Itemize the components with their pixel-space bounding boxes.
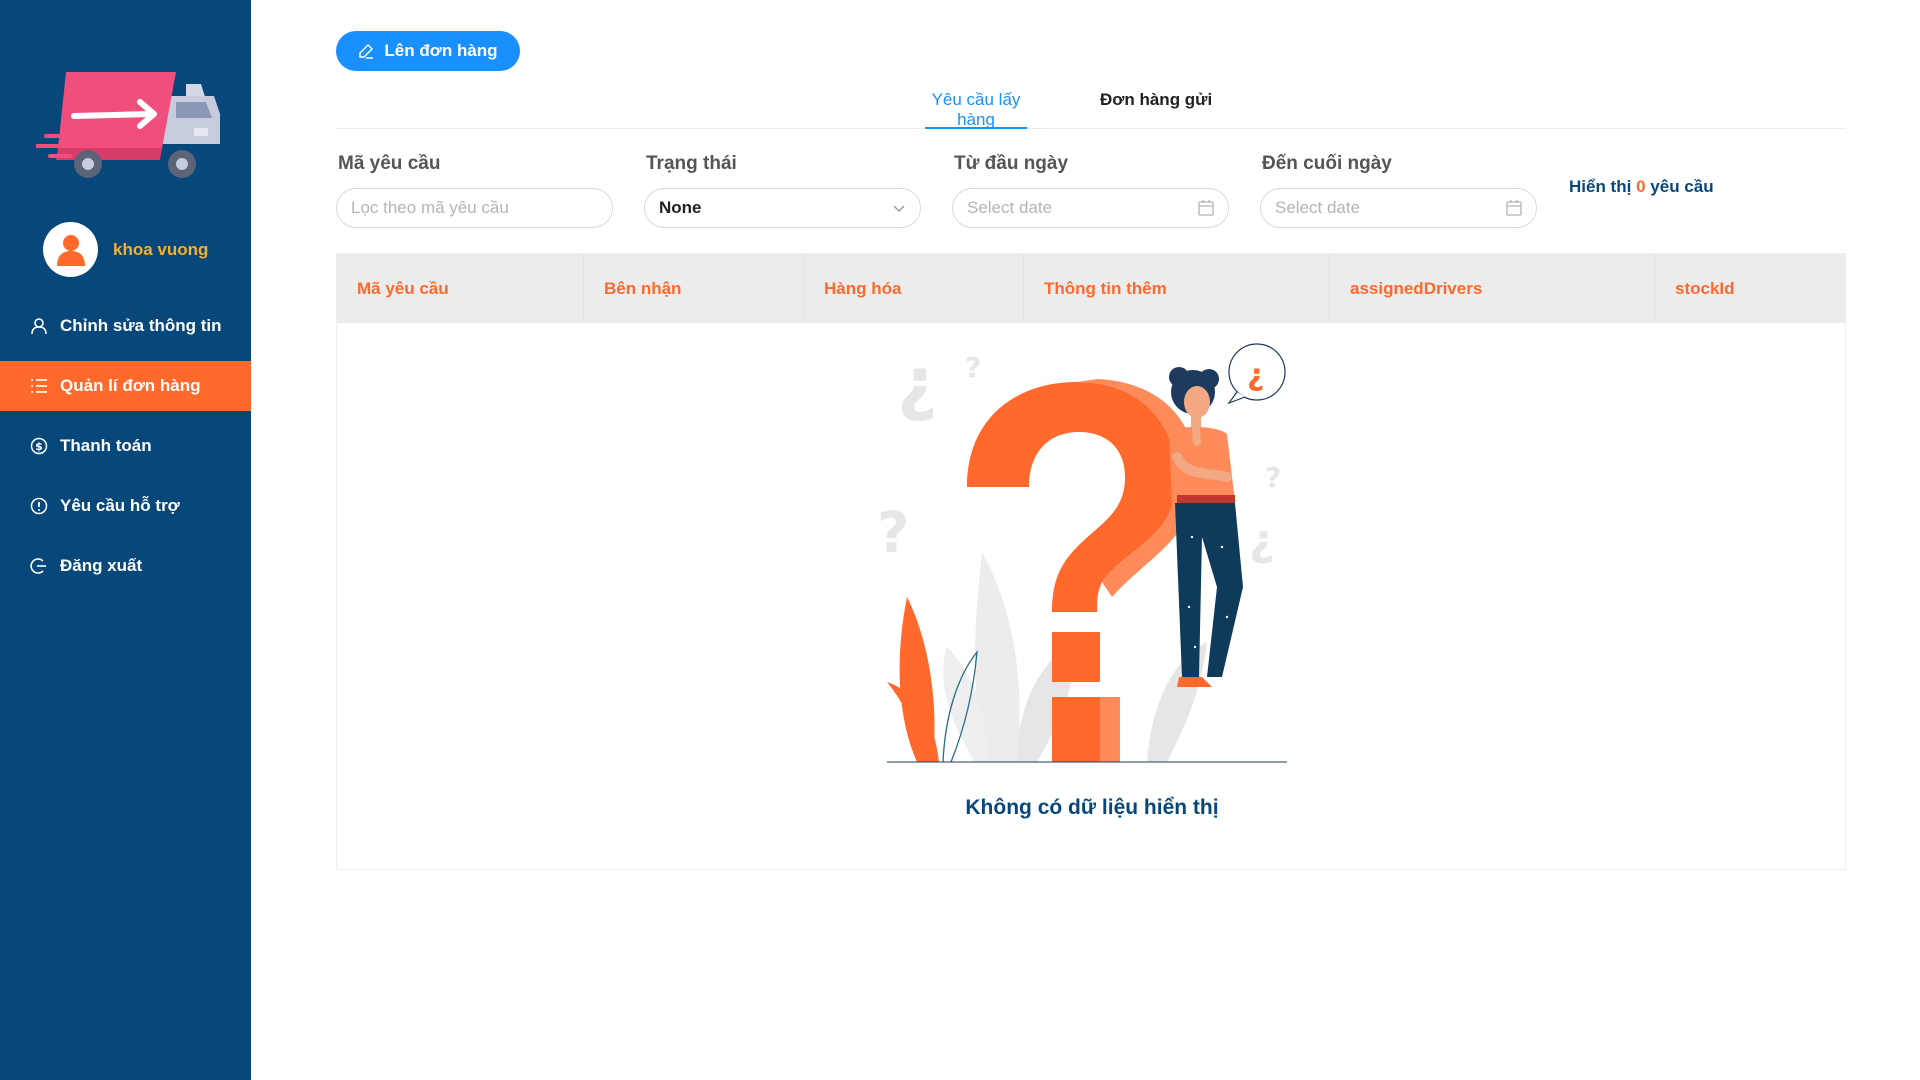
sidebar-item-label: Quản lí đơn hàng: [60, 376, 201, 395]
tab-pickup-requests[interactable]: Yêu cầu lấy hàng: [925, 90, 1027, 129]
sidebar-item-label: Yêu cầu hỗ trợ: [60, 496, 180, 515]
column-header[interactable]: stockId: [1655, 254, 1845, 323]
filter-from-date: Từ đầu ngày Select date: [952, 153, 1229, 228]
create-order-label: Lên đơn hàng: [384, 41, 498, 60]
empty-state-message: Không có dữ liệu hiển thị: [965, 796, 1219, 819]
user-profile[interactable]: khoa vuong: [43, 222, 208, 277]
result-count-number: 0: [1636, 177, 1646, 196]
calendar-icon: [1506, 199, 1522, 217]
username: khoa vuong: [113, 239, 209, 259]
avatar: [43, 222, 98, 277]
requests-table: Mã yêu cầu Bên nhận Hàng hóa Thông tin t…: [336, 253, 1846, 870]
request-code-input[interactable]: Lọc theo mã yêu cầu: [336, 188, 613, 228]
request-code-placeholder: Lọc theo mã yêu cầu: [351, 198, 509, 217]
svg-text:¿: ¿: [1247, 358, 1264, 393]
filter-label: Đến cuối ngày: [1262, 153, 1392, 174]
to-date-placeholder: Select date: [1275, 198, 1361, 217]
list-icon: [30, 377, 48, 395]
delivery-truck-logo: [36, 72, 220, 178]
from-date-picker[interactable]: Select date: [952, 188, 1229, 228]
sidebar-item-logout[interactable]: Đăng xuất: [0, 541, 251, 591]
result-count-prefix: Hiển thị: [1569, 177, 1632, 196]
sidebar-item-support[interactable]: Yêu cầu hỗ trợ: [0, 481, 251, 531]
column-header[interactable]: Mã yêu cầu: [337, 254, 584, 323]
sidebar: khoa vuong Chỉnh sửa thông tin Quản lí đ…: [0, 0, 251, 1080]
create-order-button[interactable]: Lên đơn hàng: [336, 31, 520, 71]
tab-bar: Yêu cầu lấy hàng Đơn hàng gửi: [336, 80, 1846, 129]
svg-text:¿: ¿: [897, 342, 938, 424]
sidebar-item-label: Chỉnh sửa thông tin: [60, 316, 222, 335]
result-count: Hiển thị 0 yêu cầu: [1569, 177, 1714, 197]
empty-state-illustration: ¿ ? ? ? ¿ ¿: [877, 342, 1287, 763]
svg-text:¿: ¿: [1249, 515, 1275, 566]
chevron-down-icon: [892, 199, 906, 217]
dollar-icon: $: [30, 437, 48, 455]
to-date-picker[interactable]: Select date: [1260, 188, 1537, 228]
tab-sent-orders[interactable]: Đơn hàng gửi: [1100, 90, 1212, 129]
status-select[interactable]: None: [644, 188, 921, 228]
result-count-suffix: yêu cầu: [1650, 177, 1714, 196]
sidebar-item-edit-profile[interactable]: Chỉnh sửa thông tin: [0, 301, 251, 351]
sidebar-item-label: Thanh toán: [60, 436, 152, 455]
alert-icon: [30, 497, 48, 515]
filter-request-code: Mã yêu cầu Lọc theo mã yêu cầu: [336, 153, 613, 228]
sidebar-item-payment[interactable]: $ Thanh toán: [0, 421, 251, 471]
sidebar-item-label: Đăng xuất: [60, 556, 143, 575]
logout-icon: [30, 557, 48, 575]
column-header[interactable]: Hàng hóa: [804, 254, 1024, 323]
sidebar-menu: Chỉnh sửa thông tin Quản lí đơn hàng $ T…: [0, 301, 251, 601]
user-avatar-icon: [56, 234, 85, 266]
column-header[interactable]: Thông tin thêm: [1024, 254, 1330, 323]
svg-text:?: ?: [877, 501, 909, 566]
status-select-value: None: [659, 198, 702, 217]
calendar-icon: [1198, 199, 1214, 217]
filter-label: Mã yêu cầu: [338, 153, 441, 174]
from-date-placeholder: Select date: [967, 198, 1053, 217]
filter-label: Trạng thái: [646, 153, 737, 174]
column-header[interactable]: assignedDrivers: [1330, 254, 1655, 323]
table-header: Mã yêu cầu Bên nhận Hàng hóa Thông tin t…: [337, 254, 1845, 323]
filter-status: Trạng thái None: [644, 153, 921, 228]
edit-icon: [358, 43, 374, 59]
svg-text:?: ?: [1265, 461, 1281, 494]
svg-text:?: ?: [965, 351, 981, 384]
svg-text:$: $: [35, 440, 43, 453]
sidebar-item-order-management[interactable]: Quản lí đơn hàng: [0, 361, 251, 411]
filter-label: Từ đầu ngày: [954, 153, 1069, 174]
filter-to-date: Đến cuối ngày Select date: [1260, 153, 1537, 228]
column-header[interactable]: Bên nhận: [584, 254, 804, 323]
user-icon: [30, 317, 48, 335]
